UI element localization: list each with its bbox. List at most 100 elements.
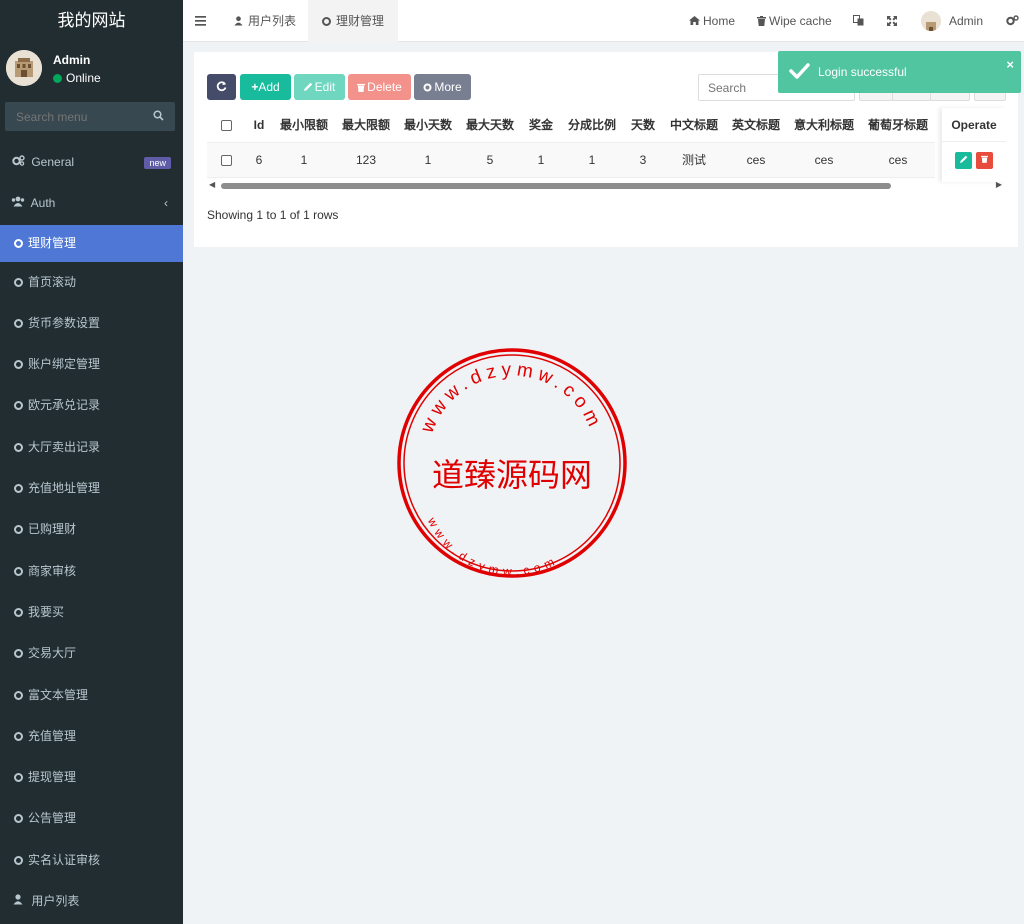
close-icon[interactable]: × xyxy=(1006,57,1014,72)
table-cell: 3 xyxy=(623,142,663,178)
operate-column: Operate xyxy=(942,108,1006,182)
tab-user-list[interactable]: 用户列表 xyxy=(234,0,296,42)
trash-icon xyxy=(357,80,367,94)
sidebar-search-input[interactable] xyxy=(5,102,145,131)
sidebar-item-recharge[interactable]: 充值管理 xyxy=(0,716,183,757)
sidebar-item-licai[interactable]: 理财管理 xyxy=(0,224,183,262)
users-icon xyxy=(11,183,25,224)
select-all-checkbox[interactable] xyxy=(220,120,232,132)
sidebar-item-currency-settings[interactable]: 货币参数设置 xyxy=(0,303,183,344)
scrollbar-thumb[interactable] xyxy=(221,183,891,189)
sidebar-item-hall-sell-records[interactable]: 大厅卖出记录 xyxy=(0,427,183,468)
sidebar-item-label: 大厅卖出记录 xyxy=(28,439,101,454)
circle-icon xyxy=(11,716,25,757)
sidebar-menu: General new Auth ‹ 理财管理 首页滚动 货币参数设置 账户绑定… xyxy=(0,142,183,922)
home-label: Home xyxy=(703,14,736,28)
settings-cogs-icon[interactable] xyxy=(1006,0,1019,42)
sidebar-item-label: 商家审核 xyxy=(28,563,77,578)
hamburger-menu-icon[interactable] xyxy=(195,0,206,42)
pencil-icon xyxy=(959,155,968,165)
circle-icon xyxy=(11,675,25,716)
column-header[interactable]: 最大限额 xyxy=(335,108,397,143)
column-header[interactable]: 意大利标题 xyxy=(787,108,861,143)
cog-icon xyxy=(423,80,434,94)
table-cell: 1 xyxy=(561,142,623,178)
sidebar-item-label: 账户绑定管理 xyxy=(28,357,101,372)
sidebar-item-announcements[interactable]: 公告管理 xyxy=(0,798,183,839)
circle-icon xyxy=(11,385,25,426)
sidebar-item-auth[interactable]: Auth ‹ xyxy=(0,183,183,224)
sidebar-item-label: 货币参数设置 xyxy=(28,315,101,330)
tab-licai[interactable]: 理财管理 xyxy=(308,0,399,42)
table-cell: 123 xyxy=(335,142,397,178)
sidebar-item-trading-hall[interactable]: 交易大厅 xyxy=(0,633,183,674)
row-delete-button[interactable] xyxy=(976,152,993,169)
tab-label: 理财管理 xyxy=(336,14,385,28)
site-brand[interactable]: 我的网站 xyxy=(0,0,183,42)
edit-button[interactable]: Edit xyxy=(294,74,345,100)
sidebar-item-withdraw[interactable]: 提现管理 xyxy=(0,757,183,798)
column-header[interactable]: 奖金 xyxy=(521,108,561,143)
circle-icon xyxy=(11,757,25,798)
column-header[interactable]: 英文标题 xyxy=(725,108,787,143)
sidebar-item-general[interactable]: General new xyxy=(0,142,183,183)
column-header[interactable]: 天数 xyxy=(623,108,663,143)
checkmark-icon xyxy=(788,60,810,85)
table-row[interactable]: 6 1 123 1 5 1 1 3 测试 ces ces ces xyxy=(207,142,935,178)
user-panel: Admin Online xyxy=(0,42,183,97)
fullscreen-icon[interactable] xyxy=(887,0,897,42)
circle-icon xyxy=(11,633,25,674)
row-checkbox[interactable] xyxy=(220,154,232,166)
row-edit-button[interactable] xyxy=(955,152,972,169)
scroll-left-arrow-icon[interactable]: ◀ xyxy=(209,180,215,189)
delete-label: Delete xyxy=(367,80,402,94)
sidebar-item-rich-text[interactable]: 富文本管理 xyxy=(0,675,183,716)
sidebar-item-purchased-wealth[interactable]: 已购理财 xyxy=(0,509,183,550)
row-checkbox-cell[interactable] xyxy=(207,142,245,178)
sidebar-item-euro-records[interactable]: 欧元承兑记录 xyxy=(0,385,183,426)
sidebar-item-merchant-review[interactable]: 商家审核 xyxy=(0,551,183,592)
home-link[interactable]: Home xyxy=(689,0,735,42)
column-header[interactable]: 中文标题 xyxy=(663,108,725,143)
user-avatar xyxy=(6,50,42,86)
refresh-button[interactable] xyxy=(207,74,236,100)
watermark-center-text: 道臻源码网 xyxy=(432,456,592,494)
toast-message: Login successful xyxy=(818,65,907,79)
operate-header: Operate xyxy=(942,108,1006,142)
column-header[interactable]: 最小天数 xyxy=(397,108,459,143)
sidebar-item-buy[interactable]: 我要买 xyxy=(0,592,183,633)
top-navbar: 用户列表 理财管理 Home Wipe cache Admin xyxy=(183,0,1024,42)
wipe-cache-button[interactable]: Wipe cache xyxy=(757,0,832,42)
admin-menu[interactable]: Admin xyxy=(921,0,983,42)
column-header[interactable]: 葡萄牙标题 xyxy=(861,108,935,143)
column-header[interactable]: 最大天数 xyxy=(459,108,521,143)
delete-button[interactable]: Delete xyxy=(348,74,411,100)
table-cell: 1 xyxy=(273,142,335,178)
add-button[interactable]: +Add xyxy=(240,74,291,100)
scroll-right-arrow-icon[interactable]: ▶ xyxy=(996,180,1002,189)
sidebar-item-user-list[interactable]: 用户列表 xyxy=(0,881,183,922)
table-cell: 1 xyxy=(521,142,561,178)
circle-icon xyxy=(11,509,25,550)
circle-icon xyxy=(11,798,25,839)
search-icon[interactable] xyxy=(153,110,164,124)
sidebar-item-label: 充值地址管理 xyxy=(28,481,101,496)
select-all-checkbox-cell[interactable] xyxy=(207,108,245,143)
online-dot-icon xyxy=(53,74,62,83)
table-cell: 1 xyxy=(397,142,459,178)
column-header[interactable]: 分成比例 xyxy=(561,108,623,143)
language-icon[interactable] xyxy=(853,0,864,42)
user-status: Online xyxy=(53,71,101,85)
sidebar-item-account-binding[interactable]: 账户绑定管理 xyxy=(0,344,183,385)
column-header[interactable]: Id xyxy=(245,108,273,143)
admin-label: Admin xyxy=(949,14,984,28)
home-icon xyxy=(689,14,703,28)
column-header[interactable]: 最小限额 xyxy=(273,108,335,143)
sidebar-item-homepage-scroll[interactable]: 首页滚动 xyxy=(0,262,183,303)
sidebar-item-label: 用户列表 xyxy=(31,894,80,909)
sidebar-item-kyc-review[interactable]: 实名认证审核 xyxy=(0,840,183,881)
sidebar-item-deposit-address[interactable]: 充值地址管理 xyxy=(0,468,183,509)
sidebar-item-label: Auth xyxy=(30,196,56,211)
circle-icon xyxy=(11,551,25,592)
more-button[interactable]: More xyxy=(414,74,471,100)
